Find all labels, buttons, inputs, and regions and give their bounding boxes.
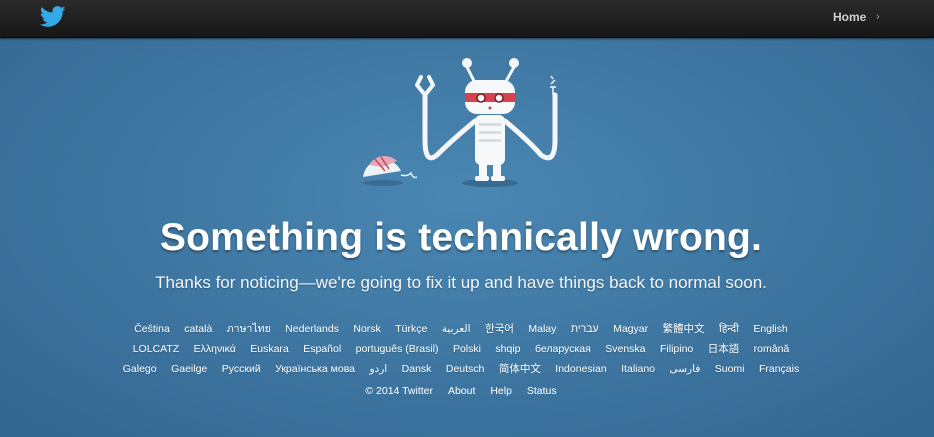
- broken-robot-head-illustration: [363, 156, 418, 186]
- language-link-magyar[interactable]: Magyar: [613, 323, 648, 335]
- language-link-malay[interactable]: Malay: [528, 323, 556, 335]
- language-link-simplified-chinese[interactable]: 简体中文: [499, 361, 541, 376]
- language-link-hindi[interactable]: हिन्दी: [719, 322, 739, 336]
- language-row: LOLCATZ Ελληνικά Euskara Español portugu…: [0, 339, 922, 359]
- language-selector: Čeština català ภาษาไทย Nederlands Norsk …: [0, 319, 922, 379]
- language-link-english[interactable]: English: [753, 323, 787, 335]
- error-message: Thanks for noticing—we're going to fix i…: [155, 273, 767, 292]
- language-row: Čeština català ภาษาไทย Nederlands Norsk …: [0, 319, 922, 339]
- language-link-ukrainian[interactable]: Українська мова: [275, 363, 355, 375]
- language-link-dansk[interactable]: Dansk: [402, 363, 432, 375]
- about-link[interactable]: About: [448, 385, 475, 397]
- language-link-belarusian[interactable]: беларуская: [535, 343, 591, 355]
- language-link-deutsch[interactable]: Deutsch: [446, 363, 485, 375]
- language-link-portugues-brasil[interactable]: português (Brasil): [356, 343, 439, 355]
- language-link-romana[interactable]: română: [754, 343, 790, 355]
- language-link-catala[interactable]: català: [184, 323, 212, 335]
- language-link-thai[interactable]: ภาษาไทย: [227, 320, 271, 337]
- language-link-italiano[interactable]: Italiano: [621, 363, 655, 375]
- home-link[interactable]: Home: [833, 10, 866, 24]
- language-link-nederlands[interactable]: Nederlands: [285, 323, 339, 335]
- language-link-turkce[interactable]: Türkçe: [395, 323, 427, 335]
- language-link-japanese[interactable]: 日本語: [708, 341, 740, 356]
- language-link-suomi[interactable]: Suomi: [715, 363, 745, 375]
- broken-robot-illustration: [363, 58, 558, 187]
- language-link-filipino[interactable]: Filipino: [660, 343, 693, 355]
- language-link-gaeilge[interactable]: Gaeilge: [171, 363, 207, 375]
- language-link-polski[interactable]: Polski: [453, 343, 481, 355]
- top-navigation-bar: Home ›: [0, 0, 934, 38]
- language-link-farsi[interactable]: فارسی: [669, 363, 700, 375]
- language-link-euskara[interactable]: Euskara: [250, 343, 289, 355]
- language-link-lolcatz[interactable]: LOLCATZ: [133, 343, 179, 355]
- language-link-francais[interactable]: Français: [759, 363, 799, 375]
- robot-body-illustration: [415, 58, 558, 187]
- copyright-text: © 2014 Twitter: [365, 385, 434, 397]
- language-link-galego[interactable]: Galego: [123, 363, 157, 375]
- language-link-svenska[interactable]: Svenska: [605, 343, 645, 355]
- status-link[interactable]: Status: [527, 385, 557, 397]
- language-link-espanol[interactable]: Español: [303, 343, 341, 355]
- help-link[interactable]: Help: [490, 385, 512, 397]
- twitter-bird-icon[interactable]: [40, 6, 66, 28]
- language-link-urdu[interactable]: اردو: [369, 363, 387, 375]
- language-link-hebrew[interactable]: עברית: [571, 323, 599, 335]
- language-link-arabic[interactable]: العربية: [442, 323, 471, 335]
- footer: © 2014 Twitter About Help Status: [0, 385, 922, 397]
- language-link-traditional-chinese[interactable]: 繁體中文: [663, 321, 705, 336]
- language-link-cestina[interactable]: Čeština: [134, 323, 170, 335]
- language-row: Galego Gaeilge Русский Українська мова ا…: [0, 359, 922, 379]
- chevron-right-icon: ›: [876, 11, 880, 23]
- language-link-shqip[interactable]: shqip: [495, 343, 520, 355]
- language-link-greek[interactable]: Ελληνικά: [194, 343, 236, 355]
- error-headline: Something is technically wrong.: [159, 216, 763, 259]
- language-link-russian[interactable]: Русский: [222, 363, 261, 375]
- language-link-indonesian[interactable]: Indonesian: [555, 363, 606, 375]
- language-link-korean[interactable]: 한국어: [485, 321, 514, 336]
- language-link-norsk[interactable]: Norsk: [353, 323, 380, 335]
